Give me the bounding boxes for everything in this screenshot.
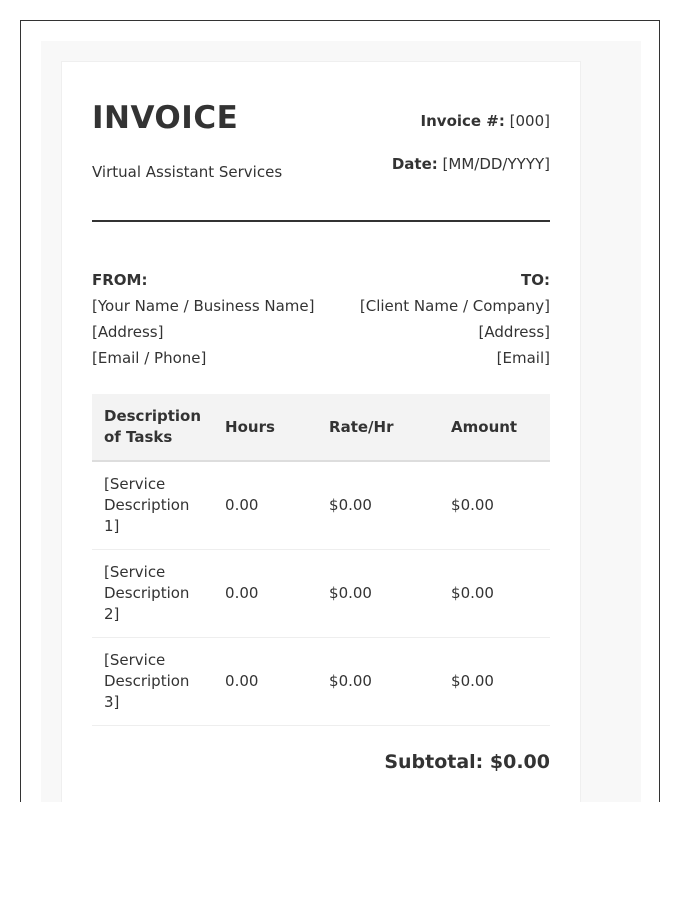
to-title: TO: bbox=[521, 271, 550, 289]
cell-description: [Service Description 2] bbox=[92, 549, 214, 638]
cell-hours: 0.00 bbox=[213, 637, 318, 726]
cell-amount: $0.00 bbox=[439, 461, 550, 550]
invoice-card: INVOICE Virtual Assistant Services Invoi… bbox=[61, 61, 581, 802]
table-row: [Service Description 1] 0.00 $0.00 $0.00 bbox=[92, 461, 550, 550]
invoice-date-value: [MM/DD/YYYY] bbox=[442, 155, 550, 173]
header-description: Description of Tasks bbox=[92, 394, 214, 462]
invoice-number-value: [000] bbox=[509, 112, 550, 130]
to-address: [Address] bbox=[478, 323, 550, 341]
from-name: [Your Name / Business Name] bbox=[92, 297, 315, 315]
cell-description: [Service Description 1] bbox=[92, 461, 214, 550]
parties-section: FROM: [Your Name / Business Name] [Addre… bbox=[92, 222, 550, 394]
cell-hours: 0.00 bbox=[213, 549, 318, 638]
cell-hours: 0.00 bbox=[213, 461, 318, 550]
tasks-table: Description of Tasks Hours Rate/Hr Amoun… bbox=[92, 394, 550, 726]
invoice-date: Date: [MM/DD/YYYY] bbox=[392, 155, 550, 173]
to-block: TO: [Client Name / Company] [Address] [E… bbox=[360, 267, 550, 371]
header-amount: Amount bbox=[439, 394, 550, 462]
table-row: [Service Description 3] 0.00 $0.00 $0.00 bbox=[92, 637, 550, 726]
invoice-number: Invoice #: [000] bbox=[421, 112, 550, 130]
from-title: FROM: bbox=[92, 271, 148, 289]
header-rate: Rate/Hr bbox=[317, 394, 440, 462]
invoice-title: INVOICE bbox=[92, 100, 239, 136]
invoice-subtitle: Virtual Assistant Services bbox=[92, 163, 283, 181]
cell-description: [Service Description 3] bbox=[92, 637, 214, 726]
to-email: [Email] bbox=[496, 349, 550, 367]
cell-rate: $0.00 bbox=[317, 461, 440, 550]
subtotal: Subtotal: $0.00 bbox=[384, 750, 550, 773]
cell-rate: $0.00 bbox=[317, 637, 440, 726]
from-address: [Address] bbox=[92, 323, 164, 341]
invoice-header: INVOICE Virtual Assistant Services Invoi… bbox=[92, 62, 550, 222]
cell-rate: $0.00 bbox=[317, 549, 440, 638]
table-body: [Service Description 1] 0.00 $0.00 $0.00… bbox=[92, 461, 550, 726]
table-header: Description of Tasks Hours Rate/Hr Amoun… bbox=[92, 394, 550, 462]
invoice-date-label: Date: bbox=[391, 155, 438, 173]
to-name: [Client Name / Company] bbox=[359, 297, 550, 315]
table-row: [Service Description 2] 0.00 $0.00 $0.00 bbox=[92, 549, 550, 638]
from-contact: [Email / Phone] bbox=[92, 349, 207, 367]
cell-amount: $0.00 bbox=[439, 549, 550, 638]
cell-amount: $0.00 bbox=[439, 637, 550, 726]
header-hours: Hours bbox=[213, 394, 318, 462]
table-header-row: Description of Tasks Hours Rate/Hr Amoun… bbox=[92, 394, 550, 462]
invoice-number-label: Invoice #: bbox=[420, 112, 505, 130]
from-block: FROM: [Your Name / Business Name] [Addre… bbox=[92, 267, 315, 371]
document-frame: INVOICE Virtual Assistant Services Invoi… bbox=[20, 20, 660, 802]
